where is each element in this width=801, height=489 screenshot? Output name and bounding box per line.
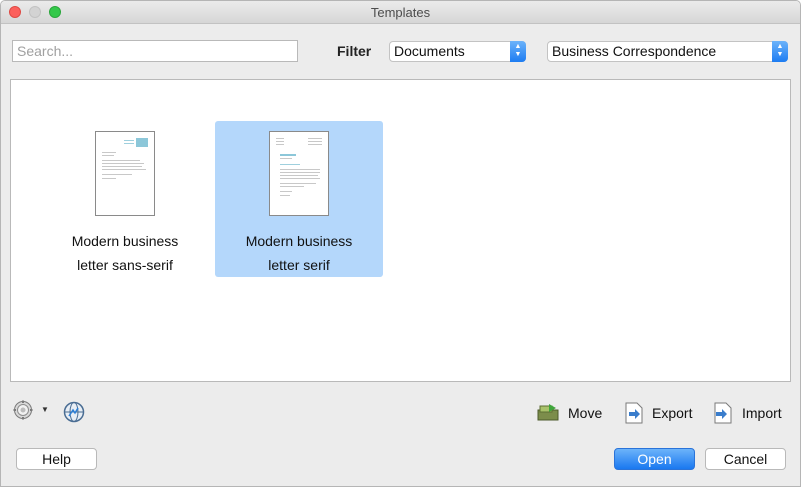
open-button[interactable]: Open	[614, 448, 695, 470]
title-bar: Templates	[1, 1, 800, 24]
select-arrows-icon: ▲ ▼	[510, 41, 526, 62]
document-type-select[interactable]: Documents ▲ ▼	[389, 41, 526, 62]
template-item[interactable]: Modern business letter sans-serif	[41, 121, 209, 277]
category-select[interactable]: Business Correspondence ▲ ▼	[547, 41, 788, 62]
select-arrows-icon: ▲ ▼	[772, 41, 788, 62]
search-input[interactable]	[12, 40, 298, 62]
category-value: Business Correspondence	[552, 43, 717, 59]
template-label: Modern business letter serif	[245, 233, 353, 273]
globe-icon[interactable]	[63, 401, 85, 423]
import-icon	[714, 402, 732, 424]
template-thumbnail	[95, 131, 155, 216]
import-button[interactable]: Import	[713, 402, 788, 424]
template-label: Modern business letter sans-serif	[71, 233, 179, 273]
help-button[interactable]: Help	[16, 448, 97, 470]
templates-window: Templates Filter Documents ▲▼ Business C…	[0, 0, 801, 487]
document-type-value: Documents	[394, 43, 465, 59]
move-button[interactable]: Move	[537, 402, 607, 424]
cancel-button[interactable]: Cancel	[705, 448, 786, 470]
template-thumbnail	[269, 131, 329, 216]
move-icon	[537, 404, 559, 421]
export-button[interactable]: Export	[624, 402, 696, 424]
gear-icon[interactable]	[13, 400, 33, 420]
template-item-selected[interactable]: Modern business letter serif	[215, 121, 383, 277]
import-label: Import	[742, 405, 782, 421]
chevron-down-icon[interactable]: ▼	[41, 405, 49, 414]
export-icon	[625, 402, 643, 424]
filter-label: Filter	[337, 43, 372, 59]
move-label: Move	[568, 405, 603, 421]
window-title: Templates	[370, 5, 431, 20]
template-view[interactable]: Modern business letter sans-serif Modern…	[10, 79, 791, 382]
export-label: Export	[652, 405, 693, 421]
